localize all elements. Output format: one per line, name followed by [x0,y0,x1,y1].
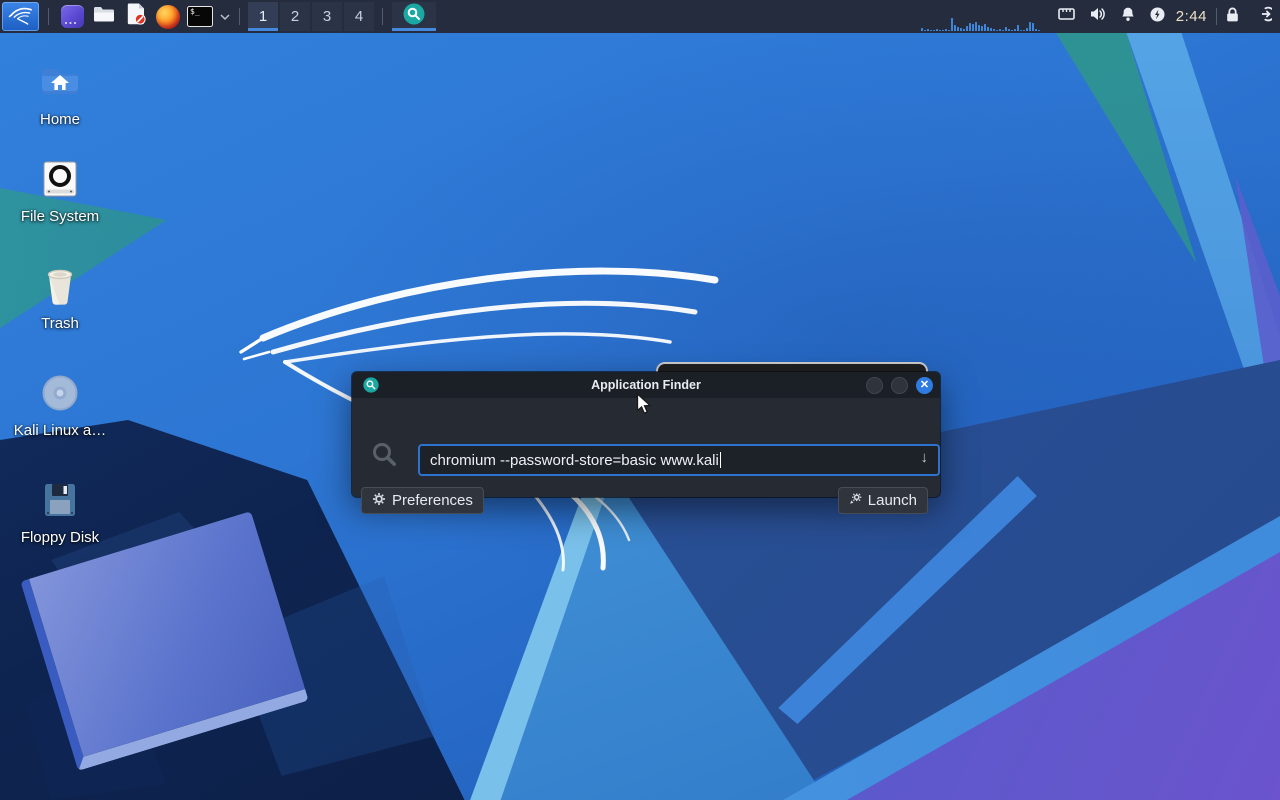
cpu-graph[interactable] [921,2,1047,31]
desktop-icon-home[interactable]: Home [12,60,108,128]
launcher-text-editor[interactable] [121,2,151,31]
launcher-app-purple[interactable] [57,2,87,31]
workspace-label: 2 [291,8,299,25]
text-editor-icon [126,2,147,31]
terminal-icon: $_ [187,6,213,27]
close-button[interactable]: ✕ [916,377,933,394]
top-panel: $_ 1 2 3 4 [0,0,1280,33]
disc-icon [12,371,108,415]
workspace-label: 4 [355,8,363,25]
desktop-icon-label: Home [12,111,108,128]
launcher-web-browser[interactable] [153,2,183,31]
workspace-label: 1 [259,8,267,25]
trash-icon [12,264,108,308]
lock-screen-icon[interactable] [1224,6,1241,28]
desktop-icon-label: Floppy Disk [12,529,108,546]
floppy-icon [12,478,108,522]
terminal-dropdown-chevron-icon[interactable] [220,13,230,21]
applications-menu-button[interactable] [2,2,39,31]
terminal-prompt-glyph: $_ [190,8,200,16]
appfinder-icon [403,3,425,30]
gear-icon [372,492,386,510]
panel-separator [48,8,49,25]
desktop-icon-file-system[interactable]: File System [12,157,108,225]
clock[interactable]: 2:44 [1176,8,1207,25]
panel-separator [382,8,383,25]
workspace-button-2[interactable]: 2 [280,2,310,31]
search-icon [371,441,399,474]
network-icon[interactable] [1057,6,1076,27]
workspace-button-4[interactable]: 4 [344,2,374,31]
window-title: Application Finder [352,378,940,392]
minimize-button[interactable] [866,377,883,394]
launch-button[interactable]: Launch [838,487,928,514]
desktop-icon-floppy[interactable]: Floppy Disk [12,478,108,546]
kali-menu-icon [8,3,33,31]
search-input[interactable]: chromium --password-store=basic www.kali… [418,444,940,476]
search-input-text: chromium --password-store=basic www.kali [430,452,719,469]
notifications-bell-icon[interactable] [1120,6,1136,27]
panel-separator [239,8,240,25]
panel-separator [1216,8,1217,25]
maximize-button[interactable] [891,377,908,394]
file-manager-icon [92,3,116,30]
firefox-icon [156,5,180,29]
application-finder-window: Application Finder ✕ chromium --password… [352,372,940,497]
workspace-button-3[interactable]: 3 [312,2,342,31]
taskbar-window-application-finder[interactable] [392,2,436,31]
dropdown-arrow-icon[interactable]: ↓ [921,449,929,466]
launcher-terminal[interactable]: $_ [185,2,215,31]
mouse-cursor [636,393,655,415]
preferences-label: Preferences [392,492,473,509]
purple-app-icon [61,5,84,28]
desktop-icon-trash[interactable]: Trash [12,264,108,332]
workspace-button-1[interactable]: 1 [248,2,278,31]
desktop-icon-kali-cdrom[interactable]: Kali Linux a… [12,371,108,439]
power-manager-icon[interactable] [1149,6,1166,28]
launch-label: Launch [868,492,917,509]
text-caret [720,452,721,468]
desktop-icon-label: File System [12,208,108,225]
desktop-screen: Home File System Trash [0,0,1280,800]
preferences-button[interactable]: Preferences [361,487,484,514]
drive-icon [12,157,108,201]
desktop-icon-label: Kali Linux a… [12,422,108,439]
volume-icon[interactable] [1089,6,1107,27]
workspace-label: 3 [323,8,331,25]
desktop-icon-label: Trash [12,315,108,332]
logout-icon[interactable] [1254,5,1272,28]
home-folder-icon [12,60,108,104]
appfinder-icon [363,377,379,398]
run-gear-icon [849,492,862,509]
launcher-file-manager[interactable] [89,2,119,31]
